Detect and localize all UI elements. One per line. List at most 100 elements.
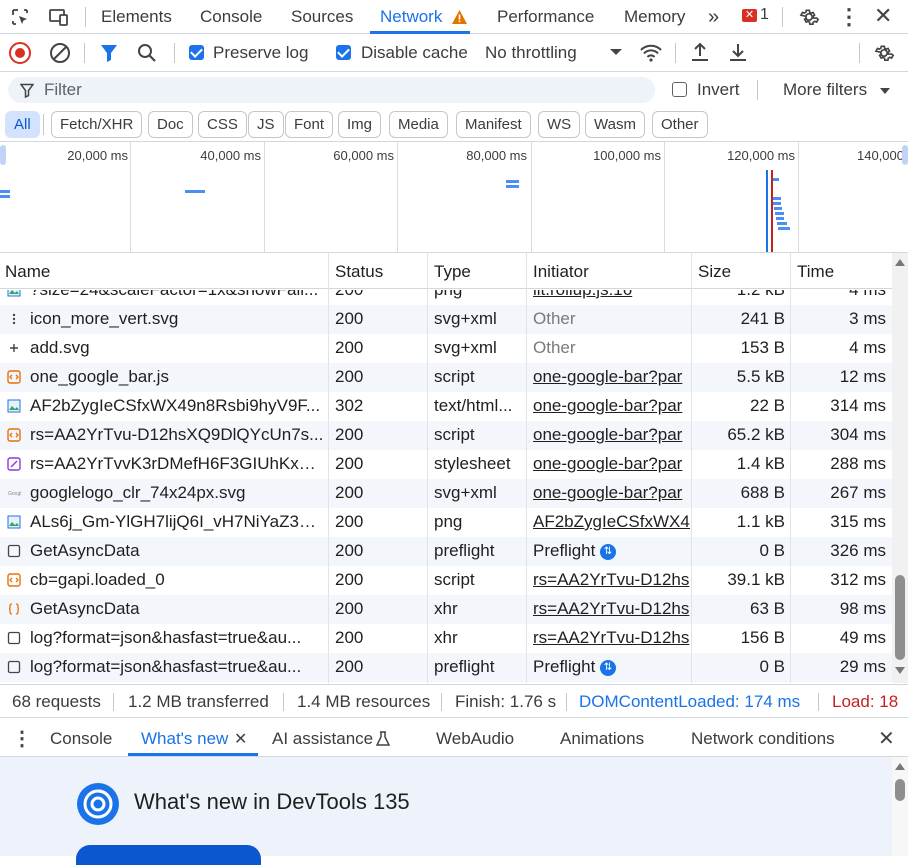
requests-scrollbar[interactable]: [892, 253, 908, 683]
request-name[interactable]: rs=AA2YrTvu-D12hsXQ9DlQYcUn7s...: [30, 425, 325, 445]
drawer-tab-animations[interactable]: Animations: [560, 729, 644, 749]
import-har-icon[interactable]: [690, 42, 710, 67]
tab-sources[interactable]: Sources: [291, 0, 353, 34]
type-filter-css[interactable]: CSS: [198, 111, 247, 138]
request-initiator[interactable]: one-google-bar?par: [533, 483, 690, 503]
device-toolbar-icon[interactable]: [46, 6, 72, 28]
error-icon[interactable]: ✕: [742, 9, 757, 22]
drawer-scrollbar-thumb[interactable]: [895, 779, 905, 801]
request-name[interactable]: GetAsyncData: [30, 541, 325, 561]
table-row[interactable]: cb=gapi.loaded_0 200 script rs=AA2YrTvu-D12…: [0, 566, 892, 595]
invert-checkbox[interactable]: [672, 82, 687, 97]
request-initiator[interactable]: lit.rollup.js:16: [533, 290, 690, 300]
column-header-type[interactable]: Type: [434, 262, 471, 282]
drawer-menu-icon[interactable]: ⋮: [12, 726, 32, 751]
tab-performance[interactable]: Performance: [497, 0, 594, 34]
throttling-select[interactable]: No throttling: [485, 43, 577, 63]
request-name[interactable]: add.svg: [30, 338, 325, 358]
table-row[interactable]: Google googlelogo_clr_74x24px.svg 200 svg+x…: [0, 479, 892, 508]
request-name[interactable]: one_google_bar.js: [30, 367, 325, 387]
preserve-log-checkbox[interactable]: [189, 45, 204, 60]
record-stop-icon[interactable]: [9, 42, 31, 64]
throttling-dropdown-icon[interactable]: [610, 49, 622, 55]
type-filter-doc[interactable]: Doc: [148, 111, 193, 138]
table-row[interactable]: icon_more_vert.svg 200 svg+xml Other 241 B 3 …: [0, 305, 892, 334]
scroll-up-icon[interactable]: [895, 259, 905, 266]
drawer-tab-network-conditions[interactable]: Network conditions: [691, 729, 835, 749]
invert-label[interactable]: Invert: [697, 80, 740, 100]
network-overview[interactable]: 20,000 ms 40,000 ms 60,000 ms 80,000 ms …: [0, 141, 908, 253]
disable-cache-label[interactable]: Disable cache: [361, 43, 468, 63]
preserve-log-label[interactable]: Preserve log: [213, 43, 308, 63]
network-settings-icon[interactable]: [872, 41, 896, 65]
error-count[interactable]: 1: [760, 6, 769, 24]
overview-left-handle[interactable]: [0, 145, 6, 165]
column-header-initiator[interactable]: Initiator: [533, 262, 589, 282]
request-initiator[interactable]: one-google-bar?par: [533, 425, 690, 445]
table-row[interactable]: GetAsyncData 200 xhr rs=AA2YrTvu-D12hs 63 B 9…: [0, 595, 892, 624]
request-initiator[interactable]: one-google-bar?par: [533, 396, 690, 416]
highlight-button[interactable]: [76, 845, 261, 865]
column-header-time[interactable]: Time: [797, 262, 834, 282]
drawer-tab-ai-assistance[interactable]: AI assistance: [272, 729, 373, 749]
table-row[interactable]: log?format=json&hasfast=true&au... 200 xhr…: [0, 624, 892, 653]
more-filters-dropdown-icon[interactable]: [880, 88, 890, 94]
column-header-size[interactable]: Size: [698, 262, 731, 282]
close-drawer-icon[interactable]: ✕: [878, 726, 895, 751]
table-row[interactable]: one_google_bar.js 200 script one-google-bar…: [0, 363, 892, 392]
drawer-tab-webaudio[interactable]: WebAudio: [436, 729, 514, 749]
request-initiator[interactable]: one-google-bar?par: [533, 367, 690, 387]
table-row[interactable]: GetAsyncData 200 preflight Preflight ⇅ 0 B 326…: [0, 537, 892, 566]
table-row[interactable]: rs=AA2YrTvu-D12hsXQ9DlQYcUn7s... 200 scrip…: [0, 421, 892, 450]
table-row[interactable]: add.svg 200 svg+xml Other 153 B 4 ms: [0, 334, 892, 363]
request-name[interactable]: ?size=24&scaleFactor=1x&showFall...: [30, 290, 325, 300]
export-har-icon[interactable]: [728, 42, 748, 67]
close-devtools-icon[interactable]: ✕: [874, 3, 892, 29]
table-row[interactable]: ALs6j_Gm-YlGH7lijQ6I_vH7NiYaZ3U... 200 png…: [0, 508, 892, 537]
request-name[interactable]: googlelogo_clr_74x24px.svg: [30, 483, 325, 503]
request-name[interactable]: GetAsyncData: [30, 599, 325, 619]
table-row[interactable]: AF2bZygIeCSfxWX49n8Rsbi9hyV9F... 302 text/…: [0, 392, 892, 421]
type-filter-manifest[interactable]: Manifest: [456, 111, 531, 138]
type-filter-font[interactable]: Font: [285, 111, 334, 138]
preflight-link-icon[interactable]: ⇅: [600, 544, 616, 560]
type-filter-all[interactable]: All: [5, 111, 40, 138]
request-name[interactable]: ALs6j_Gm-YlGH7lijQ6I_vH7NiYaZ3U...: [30, 512, 325, 532]
more-vert-icon[interactable]: ⋮: [838, 4, 860, 30]
request-name[interactable]: AF2bZygIeCSfxWX49n8Rsbi9hyV9F...: [30, 396, 325, 416]
network-conditions-icon[interactable]: [639, 43, 663, 68]
request-name[interactable]: cb=gapi.loaded_0: [30, 570, 325, 590]
close-tab-icon[interactable]: ✕: [234, 729, 247, 749]
overview-right-handle[interactable]: [902, 145, 908, 165]
request-name[interactable]: icon_more_vert.svg: [30, 309, 325, 329]
type-filter-media[interactable]: Media: [389, 111, 448, 138]
filter-funnel-icon[interactable]: [100, 43, 118, 68]
request-initiator[interactable]: one-google-bar?par: [533, 454, 690, 474]
clear-icon[interactable]: [49, 42, 71, 69]
filter-input[interactable]: Filter: [44, 80, 82, 100]
request-initiator[interactable]: rs=AA2YrTvu-D12hs: [533, 599, 690, 619]
column-header-name[interactable]: Name: [5, 262, 50, 282]
request-initiator[interactable]: rs=AA2YrTvu-D12hs: [533, 628, 690, 648]
request-name[interactable]: log?format=json&hasfast=true&au...: [30, 657, 325, 677]
type-filter-other[interactable]: Other: [652, 111, 708, 138]
request-name[interactable]: rs=AA2YrTvvK3rDMefH6F3GIUhKxH...: [30, 454, 325, 474]
tab-network[interactable]: Network: [380, 0, 442, 34]
disable-cache-checkbox[interactable]: [336, 45, 351, 60]
search-icon[interactable]: [137, 43, 157, 68]
type-filter-fetch-xhr[interactable]: Fetch/XHR: [51, 111, 143, 138]
type-filter-wasm[interactable]: Wasm: [585, 111, 645, 138]
drawer-scroll-up-icon[interactable]: [895, 763, 905, 770]
request-initiator[interactable]: AF2bZygIeCSfxWX49: [533, 512, 690, 532]
more-tabs-icon[interactable]: »: [708, 0, 719, 34]
settings-gear-icon[interactable]: [797, 5, 821, 29]
tab-console[interactable]: Console: [200, 0, 262, 34]
request-name[interactable]: log?format=json&hasfast=true&au...: [30, 628, 325, 648]
request-initiator[interactable]: rs=AA2YrTvu-D12hs: [533, 570, 690, 590]
type-filter-js[interactable]: JS: [248, 111, 284, 138]
drawer-scrollbar[interactable]: [892, 757, 908, 856]
type-filter-ws[interactable]: WS: [538, 111, 581, 138]
type-filter-img[interactable]: Img: [338, 111, 382, 138]
tab-elements[interactable]: Elements: [101, 0, 172, 34]
scrollbar-thumb[interactable]: [895, 575, 905, 660]
